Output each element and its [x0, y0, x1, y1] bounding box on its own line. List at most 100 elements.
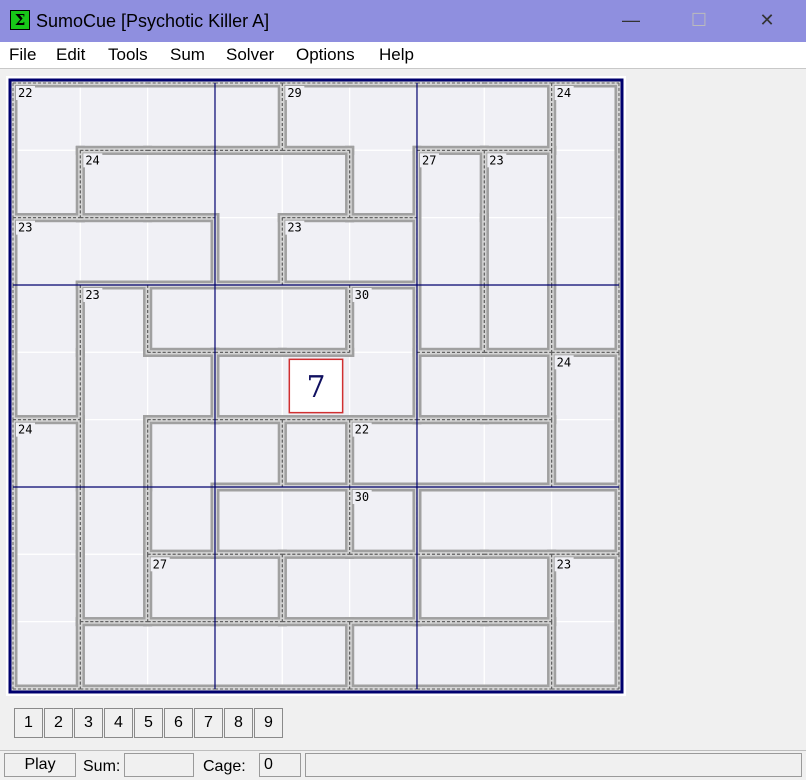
cell-r8c2[interactable]	[79, 553, 149, 623]
cell-r9c3[interactable]	[147, 621, 216, 690]
cell-r3c8[interactable]	[483, 217, 553, 286]
digit-button-6[interactable]: 6	[164, 708, 193, 738]
cage-sum-label: 23	[18, 221, 32, 235]
cell-r3c3[interactable]	[147, 217, 216, 286]
cell-r3c9[interactable]	[551, 217, 620, 286]
cell-r9c8[interactable]	[483, 621, 553, 690]
sum-label: Sum:	[83, 758, 121, 775]
sum-value	[124, 753, 194, 777]
menu-tools[interactable]: Tools	[108, 45, 148, 65]
menu-solver[interactable]: Solver	[226, 45, 274, 65]
cell-r7c3[interactable]	[147, 486, 216, 555]
cell-r1c3[interactable]	[147, 82, 216, 151]
cell-r8c8[interactable]	[483, 553, 553, 623]
cell-r1c2[interactable]	[79, 82, 149, 151]
cell-r2c3[interactable]	[147, 149, 216, 219]
cell-r2c5[interactable]	[281, 149, 351, 219]
digit-button-5[interactable]: 5	[134, 708, 163, 738]
cage-sum-label: 24	[557, 86, 571, 100]
cell-r7c4[interactable]	[214, 486, 283, 555]
cell-r4c3[interactable]	[147, 284, 216, 353]
digit-button-9[interactable]: 9	[254, 708, 283, 738]
digit-button-2[interactable]: 2	[44, 708, 73, 738]
title-bar[interactable]: Σ SumoCue [Psychotic Killer A] — ☐ ✕	[0, 0, 806, 42]
cell-r8c1[interactable]	[12, 553, 81, 623]
cell-r7c2[interactable]	[79, 486, 149, 555]
cell-r3c6[interactable]	[349, 217, 418, 286]
cell-r5c7[interactable]	[416, 351, 485, 421]
cell-r6c2[interactable]	[79, 419, 149, 488]
cell-r3c4[interactable]	[214, 217, 283, 286]
digit-button-7[interactable]: 7	[194, 708, 223, 738]
sigma-icon: Σ	[10, 10, 30, 30]
cell-r5c6[interactable]	[349, 351, 418, 421]
menu-sum[interactable]: Sum	[170, 45, 205, 65]
cell-r4c7[interactable]	[416, 284, 485, 353]
killer-sudoku-board[interactable]: 22 29 24 24 27 23 23 23 23 30 24 24 22 30 27 23 7	[6, 76, 626, 696]
cell-r7c5[interactable]	[281, 486, 351, 555]
cage-label: Cage:	[203, 758, 246, 775]
cell-r2c9[interactable]	[551, 149, 620, 219]
cell-r5c1[interactable]	[12, 351, 81, 421]
digit-button-1[interactable]: 1	[14, 708, 43, 738]
cell-r9c4[interactable]	[214, 621, 283, 690]
menu-edit[interactable]: Edit	[56, 45, 85, 65]
cell-r8c6[interactable]	[349, 553, 418, 623]
cell-r1c8[interactable]	[483, 82, 553, 151]
cell-r1c4[interactable]	[214, 82, 283, 151]
cell-r5c3[interactable]	[147, 351, 216, 421]
cell-r2c6[interactable]	[349, 149, 418, 219]
cell-values: 7	[288, 358, 344, 414]
cell-r4c1[interactable]	[12, 284, 81, 353]
cell-r5c8[interactable]	[483, 351, 553, 421]
cell-r6c5[interactable]	[281, 419, 351, 488]
close-button[interactable]: ✕	[744, 0, 790, 42]
cage-sum-label: 23	[85, 288, 99, 302]
cell-r6c4[interactable]	[214, 419, 283, 488]
cell-r7c7[interactable]	[416, 486, 485, 555]
maximize-button[interactable]: ☐	[676, 0, 722, 42]
cell-r6c8[interactable]	[483, 419, 553, 488]
cell-r1c6[interactable]	[349, 82, 418, 151]
cell-r7c8[interactable]	[483, 486, 553, 555]
cell-r4c5[interactable]	[281, 284, 351, 353]
cell-r9c6[interactable]	[349, 621, 418, 690]
cage-sum-label: 27	[153, 557, 167, 571]
digit-button-8[interactable]: 8	[224, 708, 253, 738]
cell-r7c1[interactable]	[12, 486, 81, 555]
minimize-button[interactable]: —	[608, 0, 654, 42]
cell-r4c4[interactable]	[214, 284, 283, 353]
cage-sum-label: 22	[355, 423, 369, 437]
cell-r1c7[interactable]	[416, 82, 485, 151]
cell-r8c7[interactable]	[416, 553, 485, 623]
cell-r2c1[interactable]	[12, 149, 81, 219]
menu-file[interactable]: File	[9, 45, 36, 65]
digit-button-3[interactable]: 3	[74, 708, 103, 738]
cell-r9c2[interactable]	[79, 621, 149, 690]
cell-r8c5[interactable]	[281, 553, 351, 623]
cell-r9c7[interactable]	[416, 621, 485, 690]
cell-r8c4[interactable]	[214, 553, 283, 623]
cell-r4c9[interactable]	[551, 284, 620, 353]
status-message	[305, 753, 802, 777]
cage-sum-label: 24	[557, 355, 571, 369]
cell-r6c3[interactable]	[147, 419, 216, 488]
cage-sum-label: 30	[355, 490, 369, 504]
digit-button-4[interactable]: 4	[104, 708, 133, 738]
menu-options[interactable]: Options	[296, 45, 355, 65]
cell-r2c4[interactable]	[214, 149, 283, 219]
cell-r9c9[interactable]	[551, 621, 620, 690]
cage-sum-label: 24	[85, 153, 99, 167]
cage-sum-label: 27	[422, 153, 436, 167]
cell-r4c8[interactable]	[483, 284, 553, 353]
cell-r5c2[interactable]	[79, 351, 149, 421]
cell-r5c4[interactable]	[214, 351, 283, 421]
cell-r3c2[interactable]	[79, 217, 149, 286]
cell-r6c9[interactable]	[551, 419, 620, 488]
cell-r9c5[interactable]	[281, 621, 351, 690]
cell-r9c1[interactable]	[12, 621, 81, 690]
cell-r7c9[interactable]	[551, 486, 620, 555]
menu-help[interactable]: Help	[379, 45, 414, 65]
cell-r3c7[interactable]	[416, 217, 485, 286]
cell-r6c7[interactable]	[416, 419, 485, 488]
